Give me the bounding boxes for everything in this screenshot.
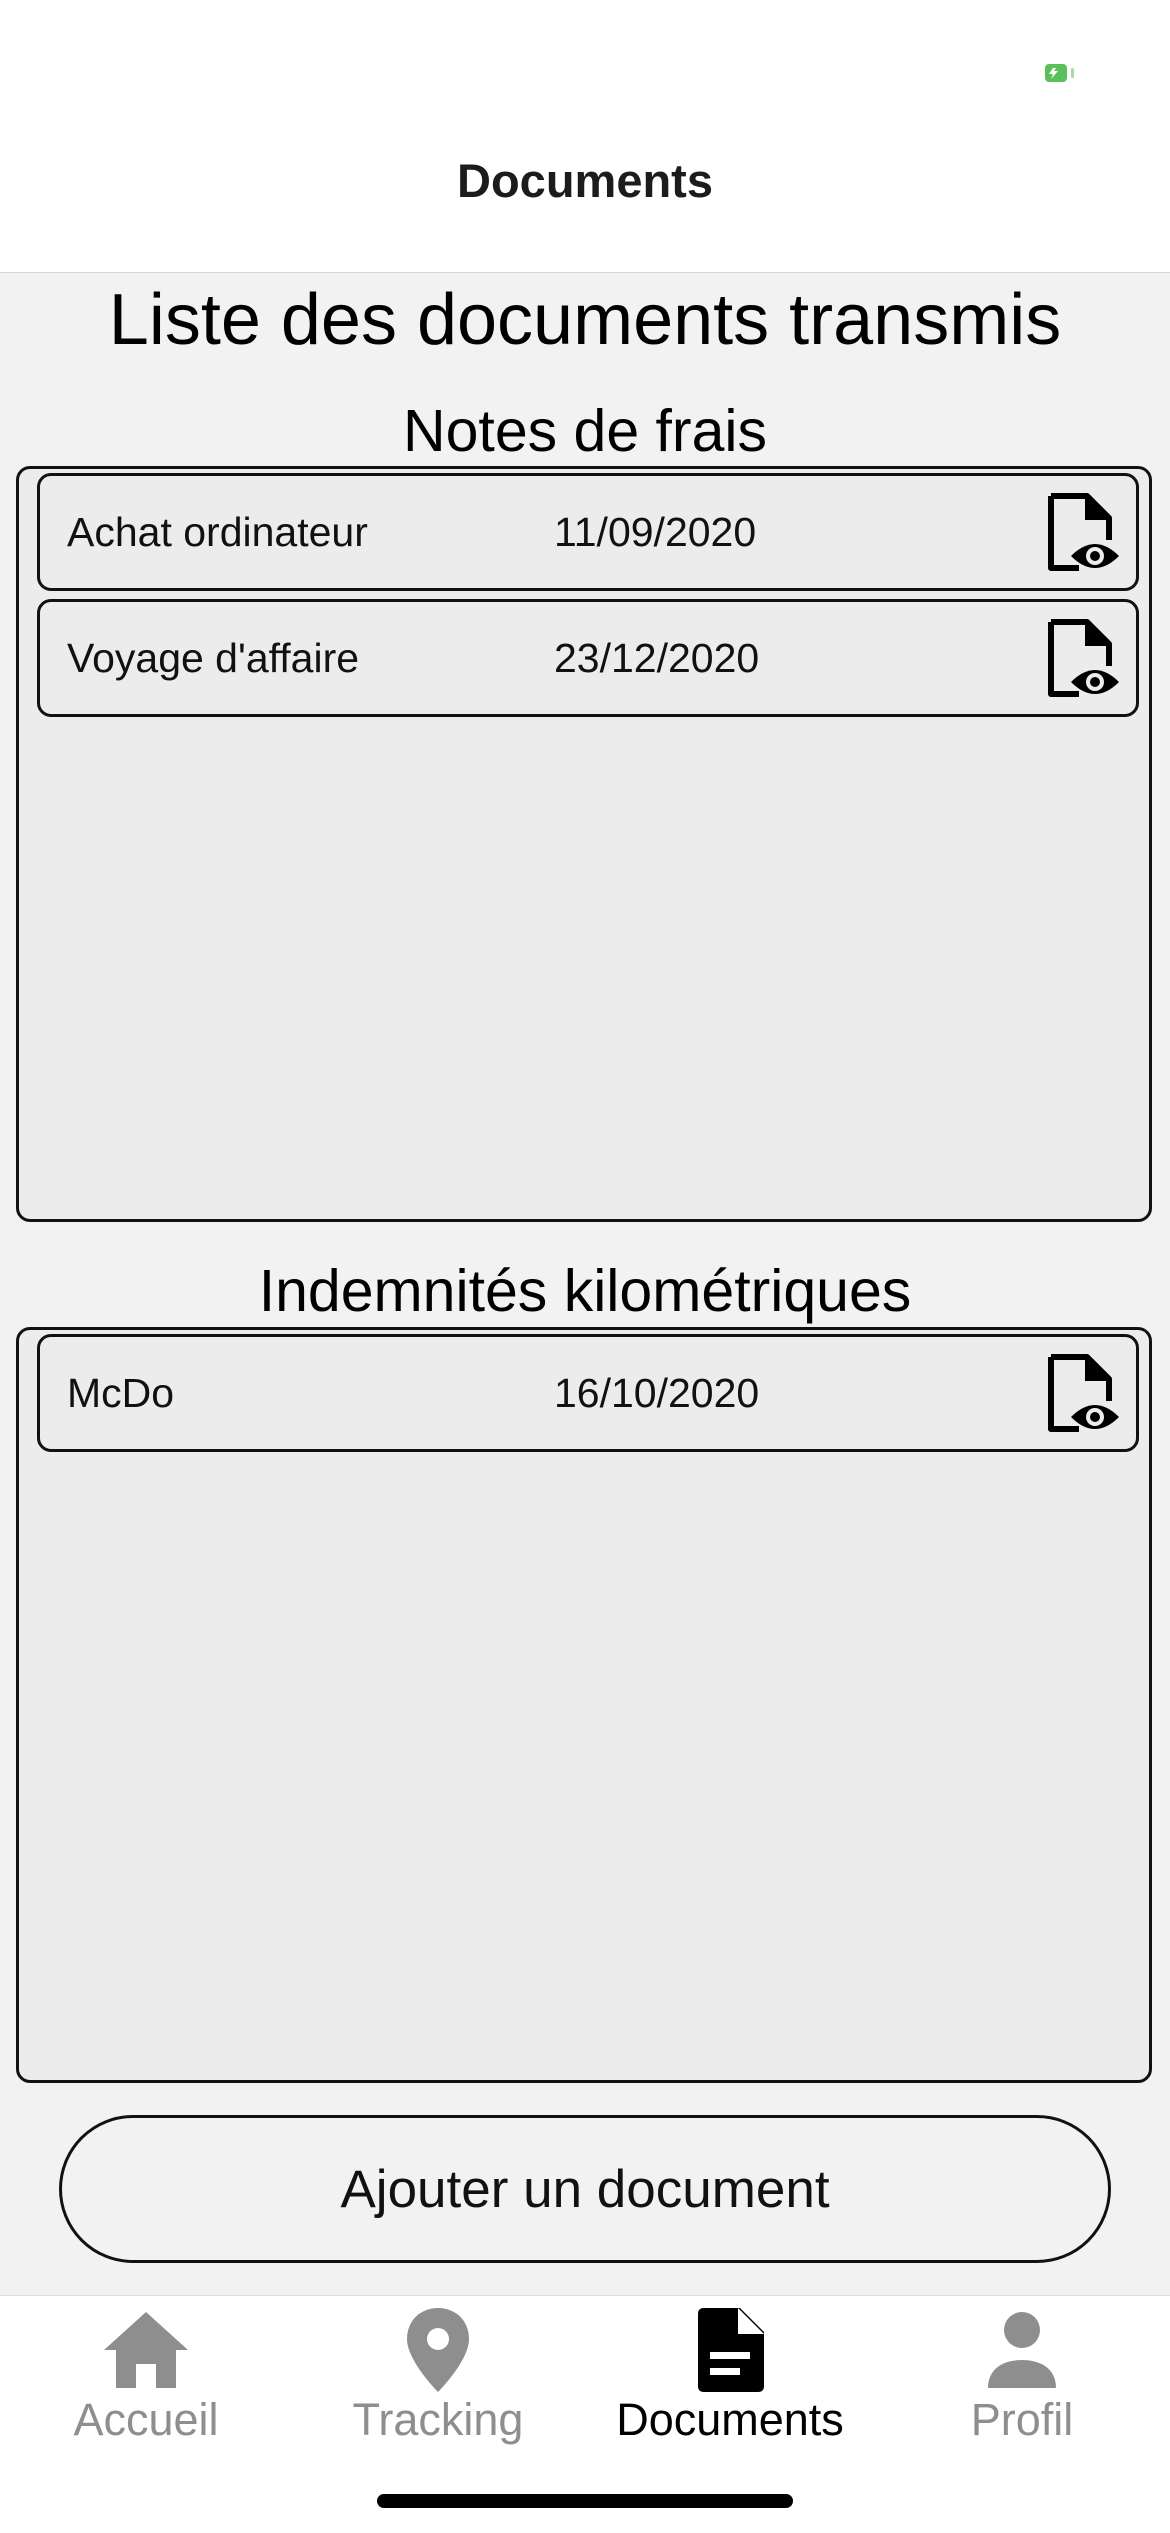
document-row[interactable]: McDo 16/10/2020 bbox=[37, 1334, 1139, 1452]
nav-title: Documents bbox=[457, 153, 713, 207]
status-bar bbox=[0, 0, 1170, 140]
section-title-indemnites-kilometriques: Indemnités kilométriques bbox=[258, 1258, 912, 1324]
home-indicator bbox=[377, 2494, 793, 2508]
add-document-button[interactable]: Ajouter un document bbox=[59, 2115, 1111, 2263]
tab-tracking[interactable]: Tracking bbox=[292, 2296, 584, 2456]
view-document-icon[interactable] bbox=[1045, 492, 1121, 574]
home-icon bbox=[104, 2312, 188, 2388]
notes-de-frais-list: Achat ordinateur 11/09/2020 Voyage d'aff… bbox=[16, 466, 1152, 1222]
document-date: 11/09/2020 bbox=[554, 509, 757, 555]
battery-icon bbox=[1045, 64, 1074, 82]
indemnites-kilometriques-list: McDo 16/10/2020 bbox=[16, 1327, 1152, 2083]
map-pin-icon bbox=[407, 2308, 469, 2392]
document-icon bbox=[698, 2308, 764, 2392]
document-name: McDo bbox=[67, 1370, 175, 1416]
document-name: Achat ordinateur bbox=[67, 509, 368, 555]
view-document-icon[interactable] bbox=[1045, 618, 1121, 700]
document-date: 16/10/2020 bbox=[554, 1370, 760, 1416]
document-row[interactable]: Achat ordinateur 11/09/2020 bbox=[37, 473, 1139, 591]
tab-label: Tracking bbox=[352, 2394, 524, 2445]
tab-label: Documents bbox=[616, 2394, 844, 2445]
nav-header: Documents bbox=[0, 140, 1170, 273]
document-name: Voyage d'affaire bbox=[67, 635, 360, 681]
page-title: Liste des documents transmis bbox=[108, 280, 1062, 360]
tab-profil[interactable]: Profil bbox=[876, 2296, 1168, 2456]
section-title-notes-de-frais: Notes de frais bbox=[403, 398, 767, 464]
document-row[interactable]: Voyage d'affaire 23/12/2020 bbox=[37, 599, 1139, 717]
tab-label: Profil bbox=[970, 2394, 1074, 2445]
person-icon bbox=[988, 2312, 1056, 2388]
tab-documents[interactable]: Documents bbox=[584, 2296, 876, 2456]
view-document-icon[interactable] bbox=[1045, 1353, 1121, 1435]
document-date: 23/12/2020 bbox=[554, 635, 760, 681]
tab-label: Accueil bbox=[73, 2394, 219, 2445]
tab-accueil[interactable]: Accueil bbox=[0, 2296, 292, 2456]
